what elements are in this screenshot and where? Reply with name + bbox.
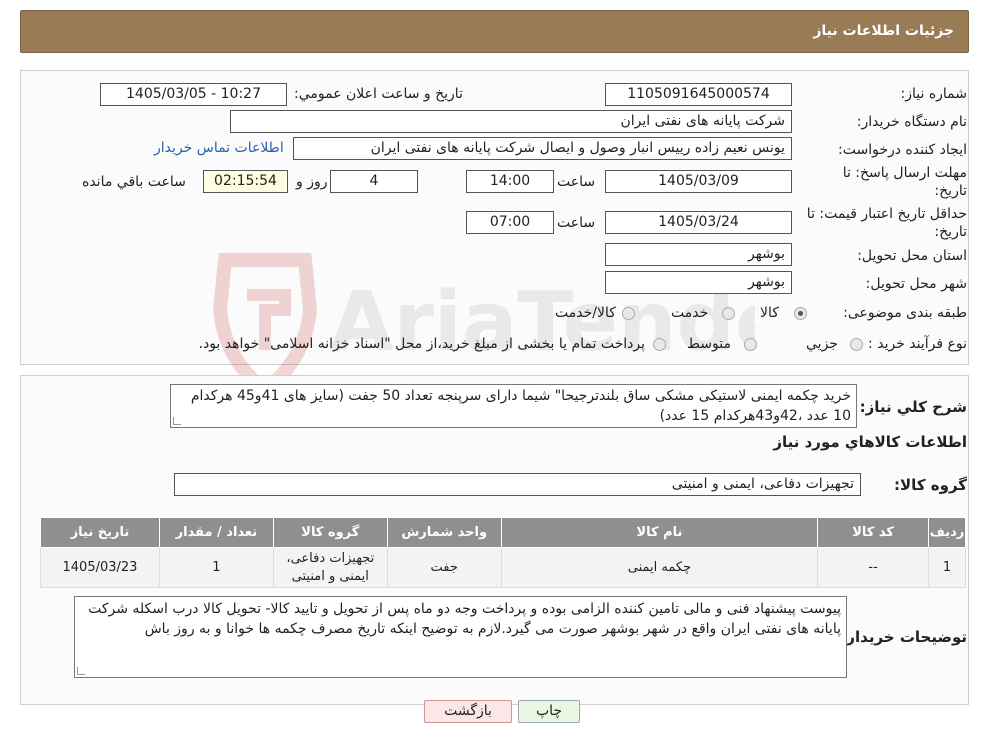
col-header-group: گروه کالا (272, 517, 388, 548)
goods-group-label: گروه کالا: (894, 476, 967, 494)
resize-grip-icon[interactable] (77, 667, 85, 675)
process-option-treasury: پرداخت تمام یا بخشی از مبلغ خرید،از محل … (198, 336, 645, 352)
goods-group-field: تجهیزات دفاعی، ایمنی و امنیتی (174, 473, 861, 496)
category-radio-service[interactable] (722, 307, 735, 320)
requester-label: ایجاد کننده درخواست: (838, 142, 967, 158)
category-label: طبقه بندی موضوعی: (843, 305, 967, 321)
resize-grip-icon[interactable] (173, 417, 181, 425)
process-radio-medium[interactable] (744, 338, 757, 351)
description-text: خرید چکمه ایمنی لاستیکی مشکی ساق بلندترج… (190, 388, 851, 424)
back-button[interactable]: بازگشت (424, 700, 512, 723)
province-field: بوشهر (605, 243, 792, 266)
description-field: خرید چکمه ایمنی لاستیکی مشکی ساق بلندترج… (170, 384, 857, 428)
cell-row: 1 (928, 547, 966, 588)
col-header-date: تاریخ نیاز (40, 517, 160, 548)
reply-deadline-label-line2: تاریخ: (934, 183, 967, 199)
print-button[interactable]: چاپ (518, 700, 580, 723)
cell-name: چکمه ایمنی (500, 547, 819, 588)
table-row: 1 -- چکمه ایمنی جفت تجهیزات دفاعی، ایمنی… (40, 547, 966, 588)
city-label: شهر محل تحویل: (865, 276, 967, 292)
requester-field: یونس نعیم زاده رییس انبار وصول و ایصال ش… (293, 137, 792, 160)
cell-date: 1405/03/23 (40, 547, 160, 588)
buyer-org-field: شرکت پایانه های نفتی ایران (230, 110, 792, 133)
need-number-label: شماره نیاز: (900, 86, 968, 102)
buyer-contact-link[interactable]: اطلاعات تماس خریدار (154, 140, 284, 156)
category-option-goods: کالا (760, 305, 779, 321)
days-and-label: روز و (296, 174, 328, 190)
col-header-name: نام کالا (500, 517, 819, 548)
remaining-label: ساعت باقي مانده (82, 174, 186, 190)
announce-datetime-field: 1405/03/05 - 10:27 (100, 83, 287, 106)
process-option-minor: جزیي (806, 336, 838, 352)
category-option-goods-service: کالا/خدمت (555, 305, 616, 321)
reply-deadline-label-line1: مهلت ارسال پاسخ: تا (842, 165, 967, 181)
page-header: جزئیات اطلاعات نیاز (20, 10, 969, 53)
cell-code: -- (817, 547, 930, 588)
goods-table: ردیف کد کالا نام کالا واحد شمارش گروه کا… (40, 517, 966, 588)
price-validity-time-field: 07:00 (466, 211, 554, 234)
category-radio-goods[interactable] (794, 307, 807, 320)
page-title: جزئیات اطلاعات نیاز (813, 23, 954, 39)
price-validity-time-label: ساعت (557, 215, 596, 231)
announce-datetime-label: تاریخ و ساعت اعلان عمومي: (294, 86, 463, 102)
cell-group: تجهیزات دفاعی، ایمنی و امنیتی (272, 547, 388, 588)
table-header-row: ردیف کد کالا نام کالا واحد شمارش گروه کا… (40, 517, 966, 548)
price-validity-label-line1: حداقل تاریخ اعتبار قیمت: تا (806, 206, 967, 222)
category-option-service: خدمت (671, 305, 709, 321)
col-header-code: کد کالا (817, 517, 930, 548)
buyer-org-label: نام دستگاه خریدار: (856, 114, 967, 130)
process-radio-minor[interactable] (850, 338, 863, 351)
reply-date-field: 1405/03/09 (605, 170, 792, 193)
col-header-unit: واحد شمارش (386, 517, 502, 548)
reply-time-label: ساعت (557, 174, 596, 190)
process-option-medium: متوسط (687, 336, 731, 352)
goods-info-heading: اطلاعات کالاهاي مورد نیاز (773, 433, 967, 451)
need-number-field: 1105091645000574 (605, 83, 792, 106)
price-validity-date-field: 1405/03/24 (605, 211, 792, 234)
city-field: بوشهر (605, 271, 792, 294)
process-radio-treasury[interactable] (653, 338, 666, 351)
province-label: استان محل تحویل: (857, 248, 967, 264)
buyer-notes-text: پیوست پیشنهاد فنی و مالی تامین کننده الز… (88, 601, 841, 637)
reply-time-field: 14:00 (466, 170, 554, 193)
buyer-notes-label: توضیحات خریدار: (840, 628, 967, 646)
price-validity-label-line2: تاریخ: (934, 224, 967, 240)
cell-quantity: 1 (158, 547, 274, 588)
days-left-field: 4 (330, 170, 418, 193)
process-type-label: نوع فرآیند خرید : (868, 336, 967, 352)
col-header-quantity: تعداد / مقدار (158, 517, 274, 548)
col-header-row: ردیف (928, 517, 966, 548)
buyer-notes-field: پیوست پیشنهاد فنی و مالی تامین کننده الز… (74, 596, 847, 678)
category-radio-goods-service[interactable] (622, 307, 635, 320)
description-label: شرح کلي نیاز: (859, 398, 967, 416)
cell-unit: جفت (386, 547, 502, 588)
time-left-field: 02:15:54 (203, 170, 288, 193)
